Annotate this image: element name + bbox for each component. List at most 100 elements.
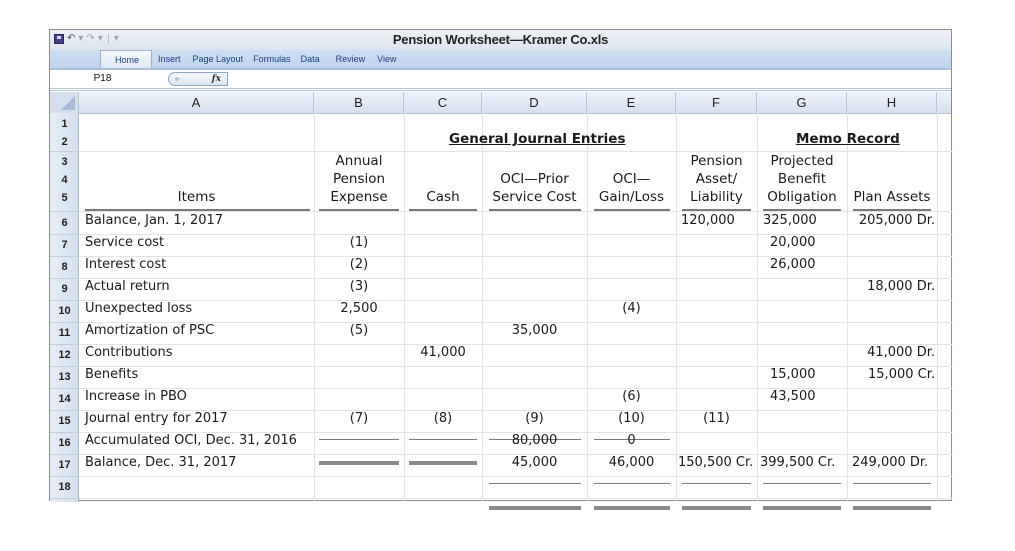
cell-d10[interactable]: [482, 298, 587, 320]
column-header-c[interactable]: C: [404, 92, 482, 113]
cell-b15[interactable]: (7): [314, 408, 404, 430]
cell-a16[interactable]: Accumulated OCI, Dec. 31, 2016: [85, 430, 310, 452]
cell-b9[interactable]: (3): [314, 276, 404, 298]
row-header-5[interactable]: 5: [50, 189, 79, 207]
row-header-8[interactable]: 8: [50, 256, 79, 278]
row-header-12[interactable]: 12: [50, 344, 79, 366]
row-header-7[interactable]: 7: [50, 234, 79, 256]
tab-home[interactable]: Home: [100, 50, 153, 68]
cell-f15[interactable]: (11): [676, 408, 757, 430]
cell-d8[interactable]: [482, 254, 587, 276]
column-header-b[interactable]: B: [314, 92, 404, 113]
cell-a10[interactable]: Unexpected loss: [85, 298, 310, 320]
cell-b8[interactable]: (2): [314, 254, 404, 276]
cell-c16[interactable]: [404, 430, 482, 452]
cell-h15[interactable]: [847, 408, 935, 430]
tab-formulas[interactable]: Formulas: [249, 50, 295, 68]
name-box[interactable]: P18: [50, 70, 155, 88]
cell-e16[interactable]: 0: [587, 430, 676, 452]
cell-d6[interactable]: [482, 210, 587, 232]
cell-b13[interactable]: [314, 364, 404, 386]
cell-h17[interactable]: 249,000 Dr.: [847, 452, 935, 474]
cell-c8[interactable]: [404, 254, 482, 276]
tab-data[interactable]: Data: [295, 50, 326, 68]
cell-a9[interactable]: Actual return: [85, 276, 310, 298]
cell-a18[interactable]: [85, 474, 310, 496]
row-header-9[interactable]: 9: [50, 278, 79, 300]
row-header-4[interactable]: 4: [50, 171, 79, 189]
row-header-11[interactable]: 11: [50, 322, 79, 344]
row-header-15[interactable]: 15: [50, 410, 79, 432]
cell-d17[interactable]: 45,000: [482, 452, 587, 474]
row-header-14[interactable]: 14: [50, 388, 79, 410]
cell-g14[interactable]: 43,500: [757, 386, 847, 408]
row-header-13[interactable]: 13: [50, 366, 79, 388]
cell-b6[interactable]: [314, 210, 404, 232]
cell-d13[interactable]: [482, 364, 587, 386]
cell-d11[interactable]: 35,000: [482, 320, 587, 342]
row-header-17[interactable]: 17: [50, 454, 79, 476]
cell-c18[interactable]: [404, 474, 482, 496]
cell-g18[interactable]: [757, 474, 847, 496]
cell-c15[interactable]: (8): [404, 408, 482, 430]
cell-e17[interactable]: 46,000: [587, 452, 676, 474]
tab-page-layout[interactable]: Page Layout: [187, 50, 250, 68]
cell-a13[interactable]: Benefits: [85, 364, 310, 386]
cell-g15[interactable]: [757, 408, 847, 430]
cell-g10[interactable]: [757, 298, 847, 320]
cell-e13[interactable]: [587, 364, 676, 386]
column-header-d[interactable]: D: [482, 92, 587, 113]
cell-c7[interactable]: [404, 232, 482, 254]
column-header-i[interactable]: [937, 92, 953, 113]
cell-g17[interactable]: 399,500 Cr.: [757, 452, 847, 474]
row-header-3[interactable]: 3: [50, 153, 79, 171]
cell-f17[interactable]: 150,500 Cr.: [676, 452, 757, 474]
cell-f7[interactable]: [676, 232, 757, 254]
row-header-2[interactable]: 2: [50, 133, 79, 151]
tab-insert[interactable]: Insert: [152, 50, 187, 68]
cell-h12[interactable]: 41,000 Dr.: [847, 342, 935, 364]
cell-f11[interactable]: [676, 320, 757, 342]
row-header-16[interactable]: 16: [50, 432, 79, 454]
cell-e12[interactable]: [587, 342, 676, 364]
row-header-1[interactable]: 1: [50, 115, 79, 133]
cell-d7[interactable]: [482, 232, 587, 254]
cell-a17[interactable]: Balance, Dec. 31, 2017: [85, 452, 310, 474]
cell-h10[interactable]: [847, 298, 935, 320]
cell-b14[interactable]: [314, 386, 404, 408]
cell-c17[interactable]: [404, 452, 482, 474]
cell-g6[interactable]: 325,000: [757, 210, 847, 232]
cell-a12[interactable]: Contributions: [85, 342, 310, 364]
cell-f12[interactable]: [676, 342, 757, 364]
cell-a6[interactable]: Balance, Jan. 1, 2017: [85, 210, 310, 232]
cell-b12[interactable]: [314, 342, 404, 364]
cell-e11[interactable]: [587, 320, 676, 342]
cell-d12[interactable]: [482, 342, 587, 364]
cell-b7[interactable]: (1): [314, 232, 404, 254]
cell-c14[interactable]: [404, 386, 482, 408]
cell-c12[interactable]: 41,000: [404, 342, 482, 364]
cell-f9[interactable]: [676, 276, 757, 298]
cell-c10[interactable]: [404, 298, 482, 320]
cell-e6[interactable]: [587, 210, 676, 232]
function-button[interactable]: fx: [168, 72, 228, 86]
cell-c6[interactable]: [404, 210, 482, 232]
cell-d18[interactable]: [482, 474, 587, 496]
cell-a7[interactable]: Service cost: [85, 232, 310, 254]
cell-e10[interactable]: (4): [587, 298, 676, 320]
cell-h11[interactable]: [847, 320, 935, 342]
cell-d16[interactable]: 80,000: [482, 430, 587, 452]
cell-h8[interactable]: [847, 254, 935, 276]
cell-e14[interactable]: (6): [587, 386, 676, 408]
column-header-f[interactable]: F: [676, 92, 757, 113]
cell-g13[interactable]: 15,000: [757, 364, 847, 386]
cell-f18[interactable]: [676, 474, 757, 496]
cell-e9[interactable]: [587, 276, 676, 298]
cell-d9[interactable]: [482, 276, 587, 298]
cell-e8[interactable]: [587, 254, 676, 276]
cell-c13[interactable]: [404, 364, 482, 386]
cell-d14[interactable]: [482, 386, 587, 408]
column-header-e[interactable]: E: [587, 92, 676, 113]
cell-a11[interactable]: Amortization of PSC: [85, 320, 310, 342]
row-header-18[interactable]: 18: [50, 476, 79, 498]
